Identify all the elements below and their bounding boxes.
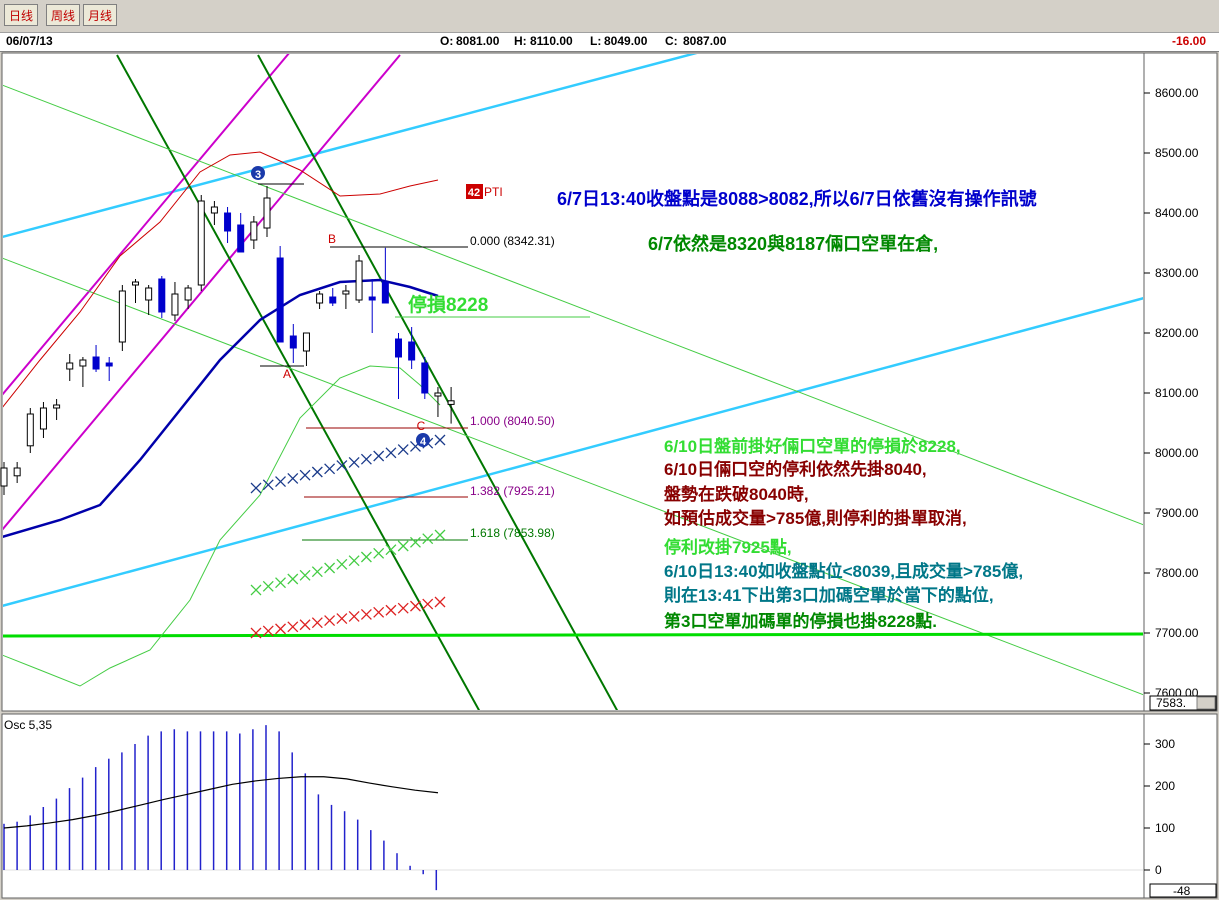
candle-body xyxy=(171,293,179,316)
fib-label-1618: 1.618 (7853.98) xyxy=(470,526,555,540)
candle-body xyxy=(210,206,218,214)
candle-body xyxy=(158,278,166,313)
toolbar: 日线 周线 月线 xyxy=(0,0,1219,33)
change-value: -16.00 xyxy=(1172,34,1207,48)
candle-body xyxy=(342,290,350,295)
candle-body xyxy=(13,467,21,477)
candle-body xyxy=(53,404,61,409)
fib-label-1382: 1.382 (7925.21) xyxy=(470,484,555,498)
high-value: 8110.00 xyxy=(530,34,573,48)
candle-body xyxy=(276,257,284,343)
candle-body xyxy=(421,362,429,394)
support-line-7700 xyxy=(3,632,1143,638)
candle-body xyxy=(355,260,363,301)
candle-body xyxy=(184,287,192,301)
osc-tick-label: 100 xyxy=(1155,821,1175,835)
price-tick-label: 7900.00 xyxy=(1155,506,1199,520)
tab-monthly[interactable]: 月线 xyxy=(83,4,118,26)
price-panel xyxy=(1,52,1145,712)
candle-body xyxy=(224,212,232,232)
plan-line-5: 停利改掛7925點, xyxy=(664,538,792,557)
stop-loss-label: 停損8228 xyxy=(408,295,489,316)
candle-body xyxy=(434,392,442,397)
osc-tick-label: 0 xyxy=(1155,863,1162,877)
candle-body xyxy=(289,335,297,349)
candle-body xyxy=(237,224,245,253)
price-tick-label: 8500.00 xyxy=(1155,146,1199,160)
candle-body xyxy=(197,200,205,286)
price-tick-label: 7800.00 xyxy=(1155,566,1199,580)
tab-daily[interactable]: 日线 xyxy=(4,4,39,26)
candle-body xyxy=(408,341,416,361)
candle-body xyxy=(381,281,389,304)
high-label: H: xyxy=(514,34,527,48)
plan-line-3: 盤勢在跌破8040時, xyxy=(664,485,809,504)
ohlc-info-bar: 06/07/13 O: 8081.00 H: 8110.00 L: 8049.0… xyxy=(0,33,1219,52)
osc-tick-label: 300 xyxy=(1155,737,1175,751)
label-a: A xyxy=(283,367,291,381)
close-label: C: xyxy=(665,34,678,48)
label-c: C xyxy=(417,419,426,433)
wave-4-text: 4 xyxy=(420,436,427,448)
fib-label-1: 1.000 (8040.50) xyxy=(470,414,555,428)
price-tick-label: 8100.00 xyxy=(1155,386,1199,400)
price-tick-label: 8600.00 xyxy=(1155,86,1199,100)
candle-body xyxy=(39,407,47,430)
annotation-line-1: 6/7日13:40收盤點是8088>8082,所以6/7日依舊沒有操作訊號 xyxy=(557,189,1037,209)
candle-body xyxy=(316,293,324,304)
osc-tick-label: 200 xyxy=(1155,779,1175,793)
osc-last-label: -48 xyxy=(1173,884,1191,898)
last-price-label: 7583. xyxy=(1156,696,1186,710)
price-tick-label: 8200.00 xyxy=(1155,326,1199,340)
candle-body xyxy=(395,338,402,358)
candle-body xyxy=(447,400,455,405)
osc-title: Osc 5,35 xyxy=(4,718,53,732)
tab-weekly[interactable]: 周线 xyxy=(46,4,81,26)
candle-body xyxy=(250,221,258,241)
plan-line-8: 第3口空單加碼單的停損也掛8228點. xyxy=(664,612,937,631)
candle-body xyxy=(263,197,271,229)
plan-line-6: 6/10日13:40如收盤點位<8039,且成交量>785億, xyxy=(664,562,1024,581)
plan-line-7: 則在13:41下出第3口加碼空單於當下的點位, xyxy=(664,586,994,605)
price-tick-label: 8400.00 xyxy=(1155,206,1199,220)
annotation-line-2: 6/7依然是8320與8187倆口空單在倉, xyxy=(648,234,939,254)
low-value: 8049.00 xyxy=(604,34,648,48)
candle-body xyxy=(145,287,153,301)
candle-body xyxy=(66,362,74,370)
candle-body xyxy=(132,281,139,286)
price-tick-label: 8000.00 xyxy=(1155,446,1199,460)
plan-line-4: 如預估成交量>785億,則停利的掛單取消, xyxy=(664,509,967,528)
candle-body xyxy=(0,467,8,487)
close-value: 8087.00 xyxy=(683,34,727,48)
open-label: O: xyxy=(440,34,454,48)
candle-body xyxy=(118,290,126,343)
candle-body xyxy=(368,296,376,301)
price-tick-label: 7700.00 xyxy=(1155,626,1199,640)
pti-text: PTI xyxy=(484,185,503,199)
plan-line-2: 6/10日倆口空的停利依然先掛8040, xyxy=(664,460,927,479)
scroll-grip-icon xyxy=(1196,696,1216,710)
low-label: L: xyxy=(590,34,602,48)
candle-body xyxy=(105,362,113,367)
open-value: 8081.00 xyxy=(456,34,500,48)
candle-body xyxy=(26,413,34,447)
candle-body xyxy=(79,359,87,367)
candle-body xyxy=(302,332,310,352)
pti-number: 42 xyxy=(468,187,480,199)
wave-3-text: 3 xyxy=(255,169,261,181)
plan-line-1: 6/10日盤前掛好倆口空單的停損於8228, xyxy=(664,437,961,456)
label-b: B xyxy=(328,232,336,246)
candle-body xyxy=(92,356,100,370)
candle-body xyxy=(329,296,337,304)
chart-svg: A B C 3 4 42 PTI 0.000 (8342.31) 1.000 (8040.50)… xyxy=(0,52,1218,899)
bar-date: 06/07/13 xyxy=(6,34,53,48)
price-tick-label: 8300.00 xyxy=(1155,266,1199,280)
fib-label-0: 0.000 (8342.31) xyxy=(470,234,555,248)
